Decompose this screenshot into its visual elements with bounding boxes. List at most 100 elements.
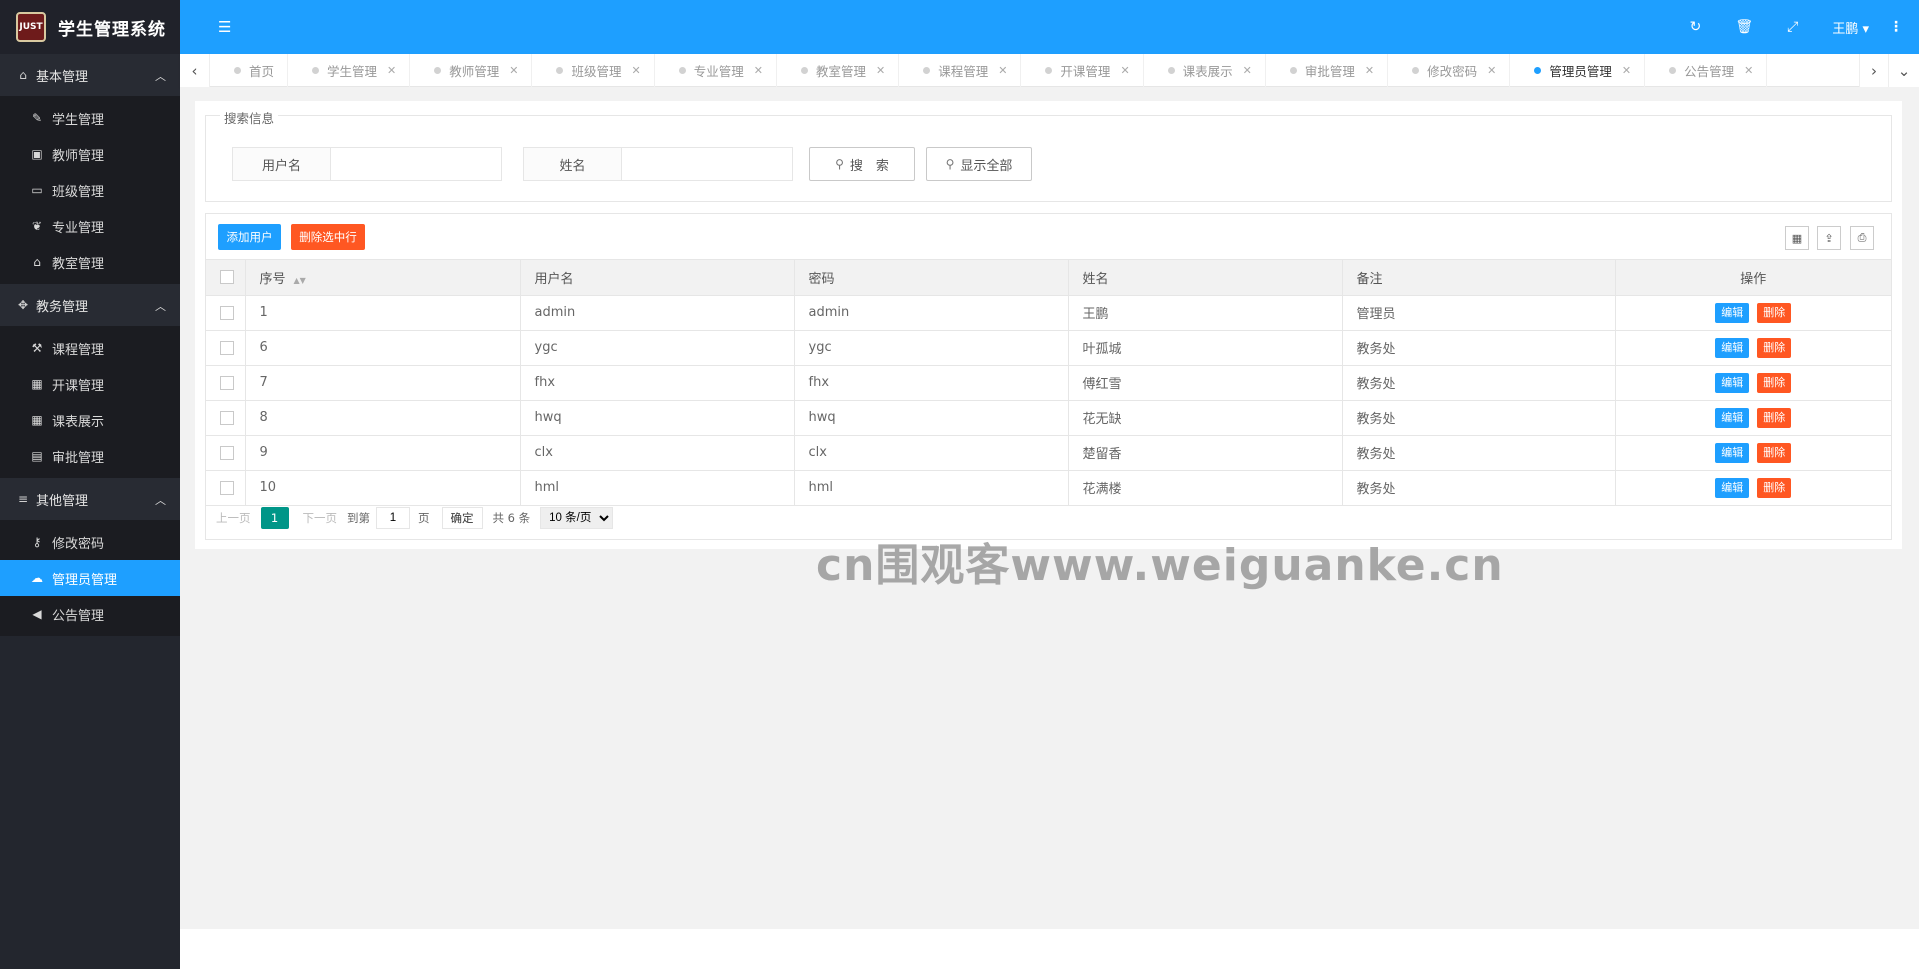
tab-timetable[interactable]: 课表展示 ✕ — [1144, 54, 1266, 87]
tab-classroom[interactable]: 教室管理 ✕ — [777, 54, 900, 87]
edit-button[interactable]: 编辑 — [1715, 302, 1750, 323]
delete-button[interactable]: 删除 — [1757, 302, 1792, 323]
sidebar-item-student[interactable]: ✎ 学生管理 — [0, 100, 180, 136]
close-icon[interactable]: ✕ — [632, 64, 641, 77]
row-checkbox[interactable] — [220, 375, 234, 390]
table-container: 添加用户 删除选中行 ▦ ⇪ ⎙ 序号 ▲▼ 用户名 密码 姓名 备注 操作 1… — [205, 213, 1892, 540]
name-input[interactable] — [622, 148, 792, 180]
delete-button[interactable]: 删除 — [1757, 477, 1792, 498]
goto-page-input[interactable] — [376, 507, 410, 529]
cell-name: 叶孤城 — [1068, 330, 1343, 366]
close-icon[interactable]: ✕ — [509, 64, 518, 77]
close-icon[interactable]: ✕ — [387, 64, 396, 77]
cell-actions: 编辑 删除 — [1615, 470, 1891, 506]
close-icon[interactable]: ✕ — [876, 64, 885, 77]
tab-announcement[interactable]: 公告管理 ✕ — [1645, 54, 1768, 87]
row-checkbox[interactable] — [220, 410, 234, 425]
tab-scroll-right-icon[interactable]: › — [1859, 54, 1889, 87]
close-icon[interactable]: ✕ — [1365, 64, 1374, 77]
refresh-icon[interactable]: ↻ — [1690, 19, 1702, 35]
delete-button[interactable]: 删除 — [1757, 442, 1792, 463]
key-icon: ⚷ — [32, 535, 42, 549]
add-user-button[interactable]: 添加用户 — [218, 224, 281, 250]
sidebar-item-timetable[interactable]: ▦ 课表展示 — [0, 402, 180, 438]
fullscreen-icon[interactable]: ⤢ — [1787, 19, 1798, 35]
cell-password: admin — [794, 295, 1069, 331]
sidebar-group-other[interactable]: ≡ 其他管理 ︿ — [0, 478, 180, 520]
delete-selected-button[interactable]: 删除选中行 — [291, 224, 365, 250]
tab-course[interactable]: 课程管理 ✕ — [899, 54, 1022, 87]
row-checkbox[interactable] — [220, 340, 234, 355]
sort-icon[interactable]: ▲▼ — [294, 276, 306, 285]
export-icon[interactable]: ⇪ — [1817, 226, 1841, 250]
tab-admin[interactable]: 管理员管理 ✕ — [1510, 54, 1646, 87]
tab-label: 班级管理 — [571, 64, 622, 79]
cell-id: 10 — [245, 470, 521, 506]
edit-button[interactable]: 编辑 — [1715, 442, 1750, 463]
current-page[interactable]: 1 — [260, 507, 289, 529]
edit-button[interactable]: 编辑 — [1715, 477, 1750, 498]
tab-open-course[interactable]: 开课管理 ✕ — [1021, 54, 1144, 87]
print-icon[interactable]: ⎙ — [1850, 226, 1874, 250]
select-all-checkbox[interactable] — [220, 270, 234, 285]
tab-label: 首页 — [249, 64, 275, 79]
page-size-select[interactable]: 10 条/页 — [540, 507, 614, 529]
delete-button[interactable]: 删除 — [1757, 407, 1792, 428]
close-icon[interactable]: ✕ — [1243, 64, 1252, 77]
close-icon[interactable]: ✕ — [754, 64, 763, 77]
row-checkbox[interactable] — [220, 445, 234, 460]
sidebar-item-open-course[interactable]: ▦ 开课管理 — [0, 366, 180, 402]
edit-button[interactable]: 编辑 — [1715, 372, 1750, 393]
sidebar-group-basic[interactable]: ⌂ 基本管理 ︿ — [0, 54, 180, 96]
row-checkbox[interactable] — [220, 305, 234, 320]
sidebar-item-classroom[interactable]: ⌂ 教室管理 — [0, 244, 180, 280]
menu-toggle-icon[interactable]: ☰ — [218, 18, 231, 36]
tab-change-password[interactable]: 修改密码 ✕ — [1388, 54, 1511, 87]
sidebar-item-course[interactable]: ⚒ 课程管理 — [0, 330, 180, 366]
tab-dot-icon — [312, 67, 320, 74]
sidebar-item-admin[interactable]: ☁ 管理员管理 — [0, 560, 180, 596]
username-input[interactable] — [331, 148, 501, 180]
cell-username: hml — [520, 470, 795, 506]
sidebar-item-teacher[interactable]: ▣ 教师管理 — [0, 136, 180, 172]
sidebar-item-announcement[interactable]: ◀ 公告管理 — [0, 596, 180, 632]
tab-scroll-left-icon[interactable]: ‹ — [180, 54, 210, 87]
tab-dot-icon — [800, 67, 808, 74]
sidebar-group-academic[interactable]: ✥ 教务管理 ︿ — [0, 284, 180, 326]
search-button[interactable]: ⚲ 搜 索 — [809, 147, 915, 181]
leaf-icon: ❦ — [31, 219, 43, 233]
close-icon[interactable]: ✕ — [1487, 64, 1496, 77]
sidebar-item-major[interactable]: ❦ 专业管理 — [0, 208, 180, 244]
tab-home[interactable]: 首页 — [210, 54, 289, 87]
tab-major[interactable]: 专业管理 ✕ — [655, 54, 777, 87]
tab-approval[interactable]: 审批管理 ✕ — [1266, 54, 1389, 87]
column-header-id[interactable]: 序号 ▲▼ — [245, 260, 521, 296]
sidebar-item-class[interactable]: ▭ 班级管理 — [0, 172, 180, 208]
close-icon[interactable]: ✕ — [998, 64, 1007, 77]
edit-button[interactable]: 编辑 — [1715, 407, 1750, 428]
sidebar-item-approval[interactable]: ▤ 审批管理 — [0, 438, 180, 474]
tab-student[interactable]: 学生管理 ✕ — [288, 54, 411, 87]
row-checkbox[interactable] — [220, 480, 234, 495]
close-icon[interactable]: ✕ — [1622, 64, 1631, 77]
cell-username: ygc — [520, 330, 795, 366]
show-all-button[interactable]: ⚲ 显示全部 — [926, 147, 1032, 181]
tab-class[interactable]: 班级管理 ✕ — [532, 54, 655, 87]
edit-button[interactable]: 编辑 — [1715, 337, 1750, 358]
goto-confirm-button[interactable]: 确定 — [441, 507, 483, 529]
cell-id: 9 — [245, 435, 521, 471]
chevron-up-icon: ︿ — [155, 70, 166, 83]
delete-button[interactable]: 删除 — [1757, 337, 1792, 358]
close-icon[interactable]: ✕ — [1744, 64, 1753, 77]
more-icon[interactable]: ⋮ — [1889, 19, 1903, 35]
sidebar-item-change-password[interactable]: ⚷ 修改密码 — [0, 524, 180, 560]
user-menu[interactable]: 王鹏 ▾ — [1832, 18, 1869, 37]
tab-teacher[interactable]: 教师管理 ✕ — [410, 54, 533, 87]
chevron-down-icon[interactable]: ⌄ — [1889, 54, 1919, 87]
close-icon[interactable]: ✕ — [1120, 64, 1129, 77]
next-page-button[interactable]: 下一页 — [303, 510, 338, 526]
columns-icon[interactable]: ▦ — [1785, 226, 1809, 250]
delete-button[interactable]: 删除 — [1757, 372, 1792, 393]
prev-page-button[interactable]: 上一页 — [216, 510, 251, 526]
trash-icon[interactable]: 🗑 — [1735, 19, 1753, 35]
